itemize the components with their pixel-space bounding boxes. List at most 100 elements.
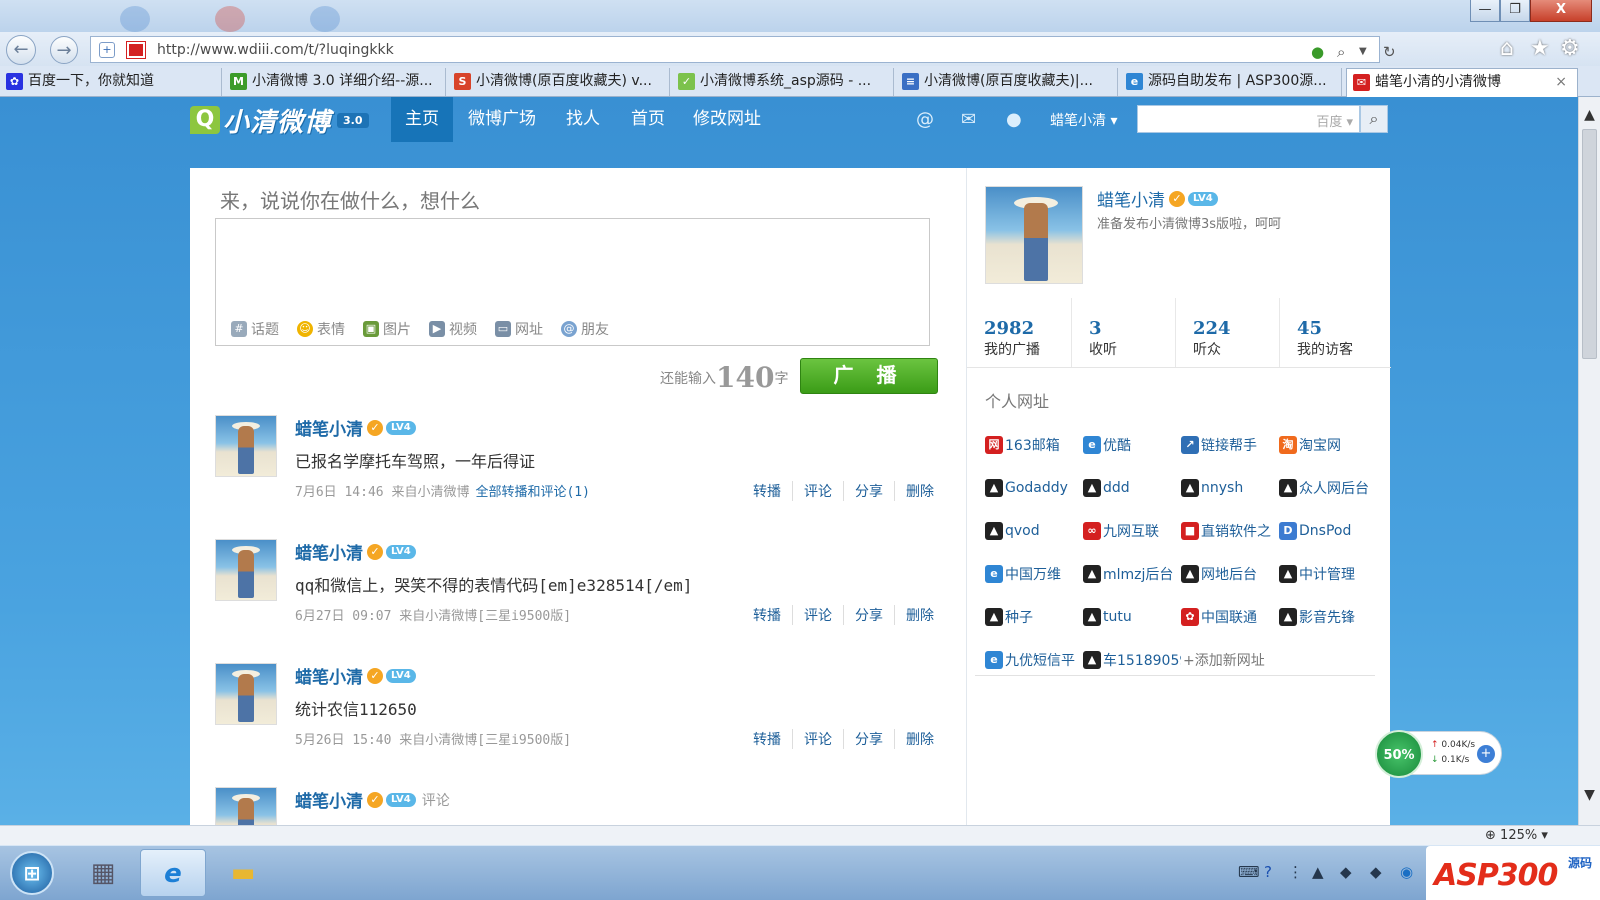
tab-xiaoqing-doc[interactable]: ≡ 小清微博(原百度收藏夫)|... bbox=[896, 68, 1118, 96]
home-icon[interactable]: ⌂ bbox=[1500, 36, 1514, 61]
tab-active-xiaoqing[interactable]: ✉ 蜡笔小清的小清微博 × bbox=[1346, 68, 1578, 97]
personal-link[interactable]: ▲ Godaddy bbox=[985, 478, 1083, 497]
personal-link[interactable]: ▲ 网地后台 bbox=[1181, 564, 1279, 584]
add-icon[interactable]: + bbox=[1477, 745, 1495, 763]
avatar[interactable] bbox=[215, 663, 277, 725]
personal-link[interactable]: e 九优短信平 bbox=[985, 650, 1083, 670]
emoji-button[interactable]: ☺ 表情 bbox=[297, 319, 345, 339]
comment-button[interactable]: 评论 bbox=[792, 481, 843, 501]
feed-author[interactable]: 蜡笔小清 ✓ LV4 bbox=[295, 663, 416, 688]
site-search-button[interactable]: ⌕ bbox=[1360, 105, 1388, 133]
compat-view-icon[interactable]: ● bbox=[1311, 43, 1324, 61]
personal-link[interactable]: ■ 直销软件之 bbox=[1181, 521, 1279, 541]
video-button[interactable]: ▶ 视频 bbox=[429, 319, 477, 339]
feed-author[interactable]: 蜡笔小清 ✓ LV4 bbox=[295, 539, 416, 564]
avatar[interactable] bbox=[215, 415, 277, 477]
back-button[interactable]: ← bbox=[6, 35, 36, 65]
site-search-input[interactable]: 百度 ▾ bbox=[1137, 105, 1360, 133]
personal-link[interactable]: ▲ 种子 bbox=[985, 607, 1083, 627]
feed-author[interactable]: 蜡笔小清 ✓ LV4 评论 bbox=[295, 787, 450, 812]
taskbar-explorer[interactable]: ▬ bbox=[210, 849, 276, 897]
refresh-icon[interactable]: ↻ bbox=[1383, 43, 1396, 61]
url-button[interactable]: ▭ 网址 bbox=[495, 319, 543, 339]
taskbar-ie[interactable]: e bbox=[140, 849, 206, 897]
personal-link[interactable]: ▲ ddd bbox=[1083, 478, 1181, 497]
tab-xiaoqing-v[interactable]: S 小清微博(原百度收藏夫) v... bbox=[448, 68, 670, 96]
avatar[interactable] bbox=[215, 539, 277, 601]
personal-link[interactable]: ▲ 众人网后台 bbox=[1279, 478, 1377, 498]
scroll-up-icon[interactable]: ▲ bbox=[1579, 107, 1600, 123]
favorites-star-icon[interactable]: ★ bbox=[1530, 36, 1550, 61]
tab-close-icon[interactable]: × bbox=[1555, 69, 1567, 95]
all-comments-link[interactable]: 全部转播和评论(1) bbox=[475, 485, 589, 500]
user-profile-icon[interactable]: ● bbox=[1006, 109, 1022, 130]
add-link-button[interactable]: +添加新网址 bbox=[1183, 650, 1265, 670]
security-shield-icon[interactable]: + bbox=[99, 42, 115, 58]
keyboard-icon[interactable]: ⌨ bbox=[1238, 863, 1260, 881]
nav-home[interactable]: 主页 bbox=[391, 97, 453, 142]
personal-link[interactable]: e 中国万维 bbox=[985, 564, 1083, 584]
stat-followers[interactable]: 224 听众 bbox=[1175, 298, 1279, 367]
personal-link[interactable]: ▲ 中计管理 bbox=[1279, 564, 1377, 584]
broadcast-button[interactable]: 广 播 bbox=[800, 358, 938, 394]
tray-expand-icon[interactable]: ▲ bbox=[1312, 863, 1324, 881]
forward-button[interactable]: → bbox=[50, 36, 78, 64]
scroll-down-icon[interactable]: ▼ bbox=[1579, 787, 1600, 803]
comment-button[interactable]: 评论 bbox=[792, 729, 843, 749]
share-button[interactable]: 分享 bbox=[843, 481, 894, 501]
help-icon[interactable]: ? bbox=[1264, 863, 1272, 881]
tray-app-icon[interactable]: ◉ bbox=[1400, 863, 1413, 881]
tab-baidu[interactable]: ✿ 百度一下，你就知道 bbox=[0, 68, 222, 96]
nav-find-people[interactable]: 找人 bbox=[552, 97, 614, 142]
personal-link[interactable]: e 优酷 bbox=[1083, 435, 1181, 455]
search-engine-select[interactable]: 百度 ▾ bbox=[1316, 111, 1353, 130]
profile-avatar[interactable] bbox=[985, 186, 1083, 284]
personal-link[interactable]: ▲ nnysh bbox=[1181, 478, 1279, 497]
network-speed-widget[interactable]: 50% ↑ 0.04K/s ↓ 0.1K/s + bbox=[1375, 730, 1502, 778]
settings-gear-icon[interactable]: ⚙ bbox=[1560, 36, 1580, 61]
personal-link[interactable]: ▲ tutu bbox=[1083, 607, 1181, 626]
taskbar-calculator[interactable]: ▦ bbox=[70, 849, 136, 897]
stat-following[interactable]: 3 收听 bbox=[1071, 298, 1175, 367]
repost-button[interactable]: 转播 bbox=[742, 729, 792, 749]
repost-button[interactable]: 转播 bbox=[742, 481, 792, 501]
vertical-scrollbar[interactable]: ▲ ▼ bbox=[1578, 97, 1600, 825]
tab-xiaoqing-intro[interactable]: M 小清微博 3.0 详细介绍--源... bbox=[224, 68, 446, 96]
minimize-button[interactable]: — bbox=[1470, 0, 1500, 22]
nav-index[interactable]: 首页 bbox=[617, 97, 679, 142]
user-menu[interactable]: 蜡笔小清 ▾ bbox=[1050, 110, 1117, 130]
address-field[interactable]: + http://www.wdiii.com/t/?luqingkkk ● ⌕ … bbox=[90, 36, 1396, 63]
personal-link[interactable]: 网 163邮箱 bbox=[985, 435, 1083, 455]
close-window-button[interactable]: X bbox=[1530, 0, 1592, 22]
feed-author[interactable]: 蜡笔小清 ✓ LV4 bbox=[295, 415, 416, 440]
tab-asp-source[interactable]: ✓ 小清微博系统_asp源码 - ... bbox=[672, 68, 894, 96]
personal-link[interactable]: D DnsPod bbox=[1279, 521, 1377, 540]
site-logo[interactable]: Q 小清微博 3.0 bbox=[190, 105, 369, 138]
qq-penguin-icon[interactable]: ◆ bbox=[1340, 863, 1352, 881]
compose-textarea[interactable]: # 话题 ☺ 表情 ▣ 图片 ▶ 视频 ▭ 网址 @ 朋友 bbox=[215, 218, 930, 346]
stat-visitors[interactable]: 45 我的访客 bbox=[1279, 298, 1383, 367]
personal-link[interactable]: ▲ mlmzj后台 bbox=[1083, 564, 1181, 584]
personal-link[interactable]: ▲ 车15189059 bbox=[1083, 650, 1181, 670]
personal-link[interactable]: ∞ 九网互联 bbox=[1083, 521, 1181, 541]
personal-link[interactable]: ▲ 影音先锋 bbox=[1279, 607, 1377, 627]
at-mention-icon[interactable]: @ bbox=[916, 109, 934, 130]
search-icon[interactable]: ⌕ bbox=[1337, 43, 1345, 61]
message-envelope-icon[interactable]: ✉ bbox=[961, 109, 976, 130]
scroll-thumb[interactable] bbox=[1582, 129, 1597, 359]
image-button[interactable]: ▣ 图片 bbox=[363, 319, 411, 339]
topic-button[interactable]: # 话题 bbox=[231, 319, 279, 339]
avatar[interactable] bbox=[215, 787, 277, 825]
zoom-control[interactable]: ⊕ 125% ▾ bbox=[1485, 828, 1548, 843]
network-icon[interactable]: ⋮ bbox=[1288, 863, 1303, 881]
profile-name[interactable]: 蜡笔小清 ✓ LV4 bbox=[1097, 186, 1218, 211]
url-text[interactable]: http://www.wdiii.com/t/?luqingkkk bbox=[157, 42, 394, 58]
delete-button[interactable]: 删除 bbox=[894, 605, 945, 625]
dropdown-icon[interactable]: ▼ bbox=[1359, 46, 1367, 57]
personal-link[interactable]: 淘淘宝网 bbox=[1279, 435, 1377, 455]
personal-link[interactable]: ▲ qvod bbox=[985, 521, 1083, 540]
stat-broadcasts[interactable]: 2982 我的广播 bbox=[967, 298, 1071, 367]
share-button[interactable]: 分享 bbox=[843, 729, 894, 749]
personal-link[interactable]: ↗ 链接帮手 bbox=[1181, 435, 1279, 455]
friend-button[interactable]: @ 朋友 bbox=[561, 319, 609, 339]
